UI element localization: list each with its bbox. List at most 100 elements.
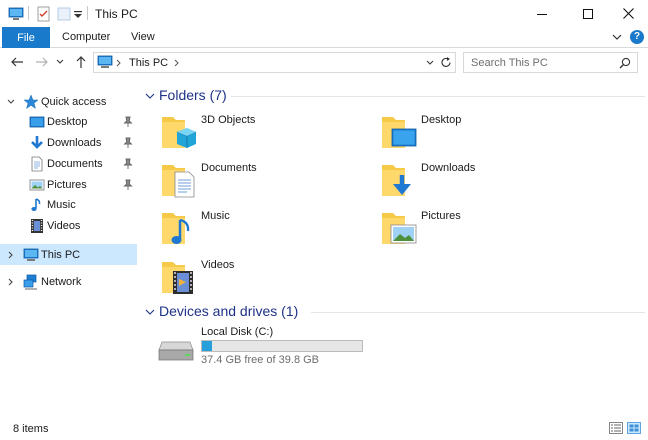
up-button[interactable] [73,54,89,70]
tab-file[interactable]: File [2,27,50,48]
film-strip-icon [31,219,43,233]
desktop-icon [29,116,45,128]
nav-item-pictures[interactable]: Pictures [0,175,137,195]
folder-label: Pictures [421,210,461,222]
maximize-button[interactable] [568,0,608,27]
folder-label: Videos [201,259,235,271]
new-folder-icon[interactable] [56,6,72,22]
content-pane: Folders (7) 3D Objects Desktop Documents… [140,78,648,417]
close-icon [622,8,634,19]
refresh-icon[interactable] [440,56,452,69]
title-bar: This PC [0,0,648,27]
downloads-folder-icon [382,165,411,196]
nav-item-music[interactable]: Music [0,195,137,215]
recent-locations-button[interactable] [55,54,65,70]
customize-qat-dropdown-icon[interactable] [73,6,83,22]
expand-ribbon-chevron-icon[interactable] [611,31,623,43]
back-button[interactable] [9,54,25,70]
this-pc-icon [23,248,39,261]
navigation-bar: This PC Search This PC [0,48,648,78]
folder-label: Desktop [421,114,462,126]
videos-folder-icon [162,262,193,294]
maximize-icon [583,8,593,19]
nav-item-documents[interactable]: Documents [0,154,137,174]
details-view-icon[interactable] [609,422,623,434]
search-icon[interactable] [619,57,631,69]
collapsed-chevron-icon[interactable] [6,277,16,287]
nav-label-this-pc: This PC [41,249,81,261]
pin-icon[interactable] [123,179,133,191]
folder-tile-pictures[interactable]: Pictures [381,208,591,252]
folder-label: Music [201,210,230,222]
folder-tile-desktop[interactable]: Desktop [381,112,591,156]
breadcrumb-this-pc[interactable]: This PC [129,57,168,69]
properties-icon[interactable] [36,6,52,22]
nav-item-downloads[interactable]: Downloads [0,133,137,153]
documents-folder-icon [162,165,195,198]
forward-arrow-icon [36,57,48,67]
tab-computer[interactable]: Computer [62,31,110,43]
expanded-chevron-icon[interactable] [6,97,16,107]
folder-label: Downloads [421,162,476,174]
minimize-icon [537,13,547,15]
pictures-folder-icon [382,213,417,244]
navigation-pane: Quick access Desktop Downloads Documents… [0,78,140,417]
group-collapse-chevron-icon[interactable] [145,308,155,316]
minimize-button[interactable] [522,0,562,27]
large-icons-view-icon[interactable] [627,422,641,434]
breadcrumb-chevron-icon[interactable] [116,59,122,67]
folder-tile-downloads[interactable]: Downloads [381,160,591,204]
nav-item-desktop[interactable]: Desktop [0,112,137,132]
window-title: This PC [95,7,138,21]
music-folder-icon [162,213,190,244]
this-pc-icon [97,55,113,68]
collapsed-chevron-icon[interactable] [6,250,16,260]
close-button[interactable] [608,0,648,27]
pin-icon[interactable] [123,116,133,128]
pin-icon[interactable] [123,137,133,149]
pin-icon[interactable] [123,158,133,170]
folder-tile-3d-objects[interactable]: 3D Objects [161,112,371,156]
drive-usage-bar [201,340,363,352]
search-box[interactable]: Search This PC [463,52,638,73]
nav-label-quick-access: Quick access [41,96,107,108]
music-note-icon [31,198,41,211]
nav-label-network: Network [41,276,82,288]
folder-tile-music[interactable]: Music [161,208,371,252]
drive-free-space: 37.4 GB free of 39.8 GB [201,354,320,366]
ribbon-tabs: File Computer View ? [0,27,648,48]
folders-group-title: Folders (7) [159,87,227,103]
network-icon [23,274,37,290]
devices-group-header[interactable]: Devices and drives (1) [145,303,645,321]
tab-view[interactable]: View [131,31,155,43]
address-history-dropdown-icon[interactable] [426,60,434,66]
document-icon [31,156,43,172]
drive-tile-local-disk-c[interactable]: Local Disk (C:) 37.4 GB free of 39.8 GB [158,326,378,372]
status-bar: 8 items [0,417,648,440]
this-pc-icon [8,7,24,20]
folders-group-header[interactable]: Folders (7) [145,87,645,105]
qat-separator [28,6,29,20]
folder-tile-videos[interactable]: Videos [161,257,371,301]
folder-label: Documents [201,162,257,174]
help-icon[interactable]: ? [630,30,644,44]
nav-item-network[interactable]: Network [0,272,137,292]
folder-tile-documents[interactable]: Documents [161,160,371,204]
group-divider [311,312,645,313]
title-separator [87,6,88,20]
breadcrumb-chevron-icon[interactable] [174,59,180,67]
nav-item-videos[interactable]: Videos [0,216,137,236]
folder-label: 3D Objects [201,114,256,126]
search-input[interactable]: Search This PC [471,57,548,69]
forward-button[interactable] [34,54,50,70]
nav-item-this-pc[interactable]: This PC [0,244,137,265]
download-arrow-icon [31,136,43,149]
address-bar[interactable]: This PC [93,52,456,73]
nav-item-quick-access[interactable]: Quick access [0,92,137,112]
drive-usage-fill [202,341,212,351]
3d-objects-folder-icon [162,117,197,148]
group-collapse-chevron-icon[interactable] [145,92,155,100]
item-count: 8 items [13,423,49,435]
picture-icon [29,179,45,191]
nav-label-downloads: Downloads [47,137,102,149]
